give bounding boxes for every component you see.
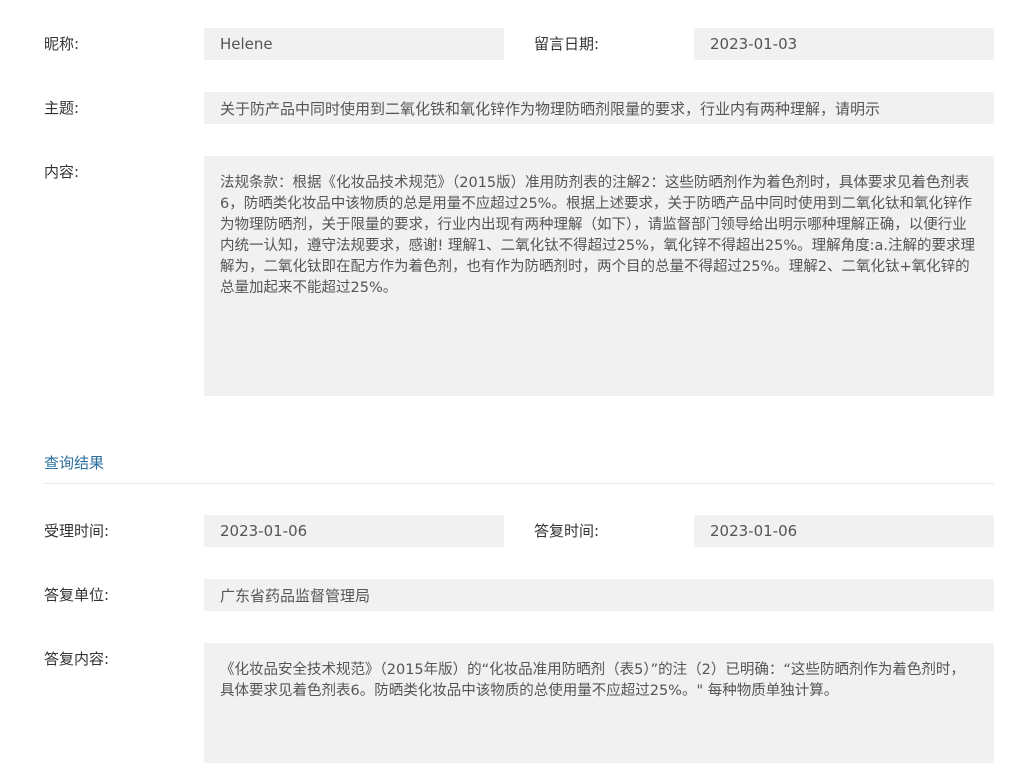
section-divider bbox=[44, 483, 994, 484]
reply-unit-field: 广东省药品监督管理局 bbox=[204, 579, 994, 611]
accept-time-label: 受理时间: bbox=[44, 522, 110, 540]
reply-content-textarea: 《化妆品安全技术规范》（2015年版）的“化妆品准用防晒剂（表5）”的注（2）已… bbox=[204, 643, 994, 763]
reply-content-label: 答复内容: bbox=[44, 650, 110, 668]
content-textarea: 法规条款：根据《化妆品技术规范》（2015版）准用防剂表的注解2：这些防晒剂作为… bbox=[204, 156, 994, 396]
content-label: 内容: bbox=[44, 163, 80, 181]
accept-time-field: 2023-01-06 bbox=[204, 515, 504, 547]
subject-field: 关于防产品中同时使用到二氧化铁和氧化锌作为物理防晒剂限量的要求，行业内有两种理解… bbox=[204, 92, 994, 124]
subject-label: 主题: bbox=[44, 99, 80, 117]
message-date-label: 留言日期: bbox=[534, 35, 600, 53]
reply-time-label: 答复时间: bbox=[534, 522, 600, 540]
reply-unit-label: 答复单位: bbox=[44, 586, 110, 604]
message-date-field: 2023-01-03 bbox=[694, 28, 994, 60]
nickname-field: Helene bbox=[204, 28, 504, 60]
reply-time-field: 2023-01-06 bbox=[694, 515, 994, 547]
query-result-title: 查询结果 bbox=[44, 454, 105, 472]
nickname-label: 昵称: bbox=[44, 35, 80, 53]
